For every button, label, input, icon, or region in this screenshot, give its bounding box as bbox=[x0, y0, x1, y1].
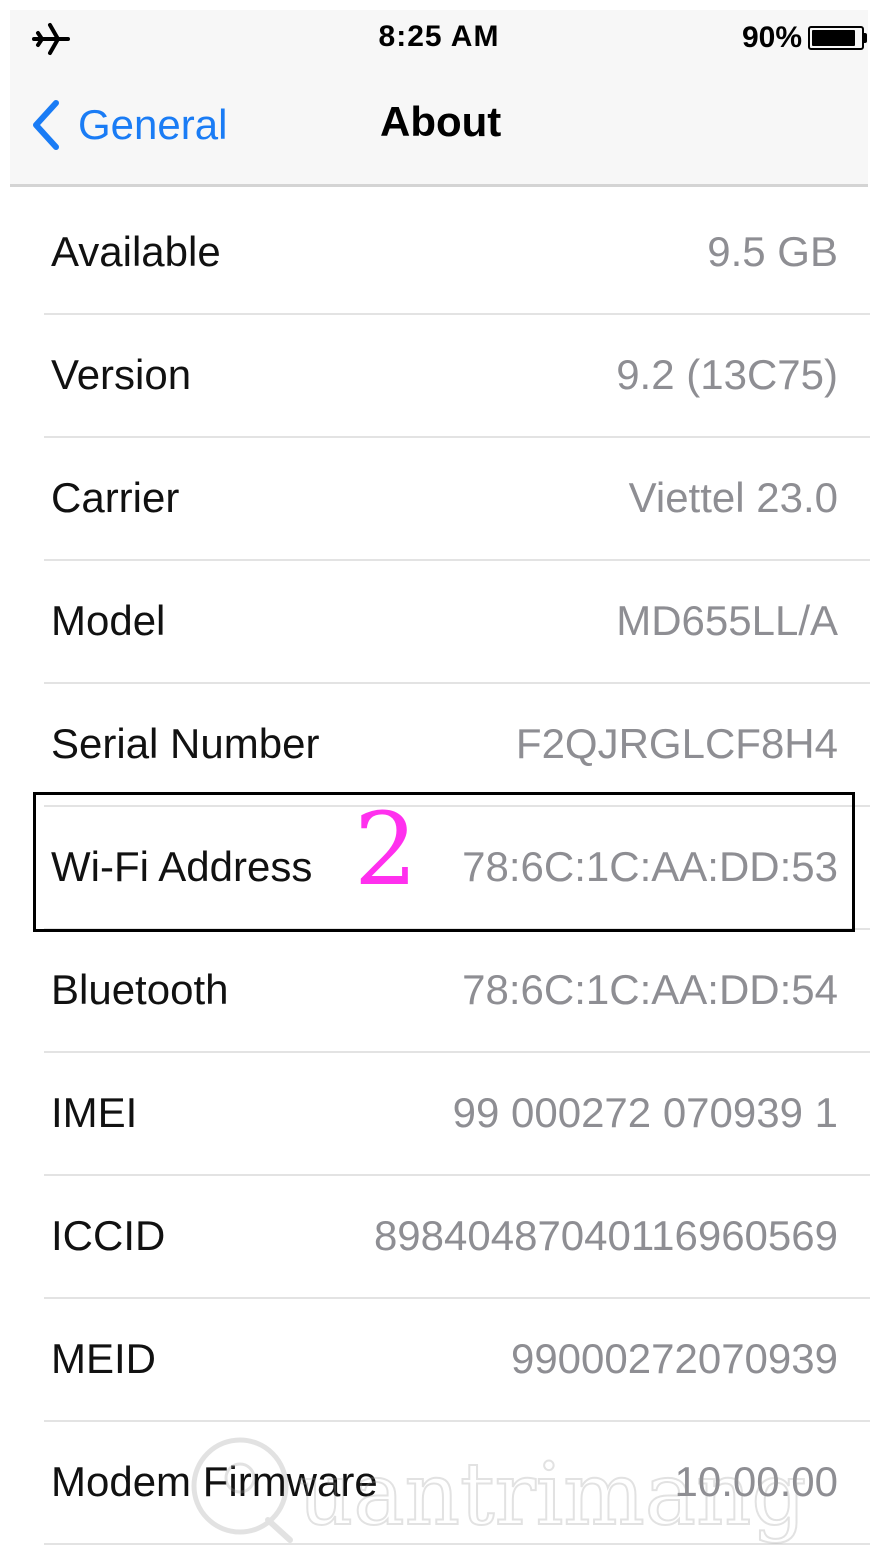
list-item-imei[interactable]: IMEI 99 000272 070939 1 bbox=[0, 1053, 870, 1176]
row-value: 9.2 (13C75) bbox=[616, 351, 838, 398]
list-item-meid[interactable]: MEID 99000272070939 bbox=[0, 1299, 870, 1422]
row-value: F2QJRGLCF8H4 bbox=[515, 720, 838, 767]
list-item-iccid[interactable]: ICCID 8984048704011696056​9 bbox=[0, 1176, 870, 1299]
svg-text:uantrimang: uantrimang bbox=[298, 1445, 806, 1545]
list-item-bluetooth[interactable]: Bluetooth 78:6C:1C:AA:DD:54 bbox=[0, 930, 870, 1053]
row-label: IMEI bbox=[51, 1089, 138, 1136]
row-label: MEID bbox=[51, 1335, 156, 1382]
row-label: Available bbox=[51, 228, 221, 275]
row-label: Model bbox=[51, 597, 166, 644]
row-value: 99 000272 070939 1 bbox=[452, 1089, 838, 1136]
page-title: About bbox=[380, 98, 502, 145]
row-label: Serial Number bbox=[51, 720, 320, 767]
list-item-available: Available 9.5 GB bbox=[0, 192, 870, 315]
status-bar: 8:25 AM 90% bbox=[10, 14, 868, 64]
list-item-carrier[interactable]: Carrier Viettel 23.0 bbox=[0, 438, 870, 561]
chevron-left-icon bbox=[33, 100, 59, 150]
list-item-version: Version 9.2 (13C75) bbox=[0, 315, 870, 438]
row-value: 99000272070939 bbox=[510, 1335, 838, 1382]
navigation-bar: General About bbox=[10, 80, 868, 170]
annotation-number: 2 bbox=[354, 791, 418, 908]
watermark-logo: uantrimang bbox=[191, 1437, 807, 1546]
row-value: MD655LL/A bbox=[616, 597, 838, 644]
row-label: ICCID bbox=[51, 1212, 166, 1259]
row-value: Viettel 23.0 bbox=[628, 474, 838, 521]
battery-group: 90% bbox=[742, 20, 868, 56]
list-item-model[interactable]: Model MD655LL/A bbox=[0, 561, 870, 684]
battery-icon bbox=[808, 26, 868, 50]
row-label: Carrier bbox=[51, 474, 180, 521]
battery-tip bbox=[864, 33, 867, 43]
row-value: 78:6C:1C:AA:DD:54 bbox=[462, 966, 838, 1013]
row-label: Version bbox=[51, 351, 192, 398]
row-value: 9.5 GB bbox=[707, 228, 838, 275]
back-button[interactable]: General bbox=[30, 90, 227, 160]
row-label: Bluetooth bbox=[51, 966, 229, 1013]
battery-body bbox=[808, 26, 864, 50]
list-item-serial-number[interactable]: Serial Number F2QJRGLCF8H4 bbox=[0, 684, 870, 807]
back-label: General bbox=[78, 101, 228, 148]
row-value: 8984048704011696056​9 bbox=[373, 1212, 838, 1259]
nav-separator bbox=[10, 184, 868, 187]
battery-fill bbox=[812, 30, 856, 46]
highlight-box bbox=[33, 792, 855, 932]
battery-percent: 90% bbox=[741, 21, 802, 54]
status-time: 8:25 AM bbox=[378, 20, 500, 53]
